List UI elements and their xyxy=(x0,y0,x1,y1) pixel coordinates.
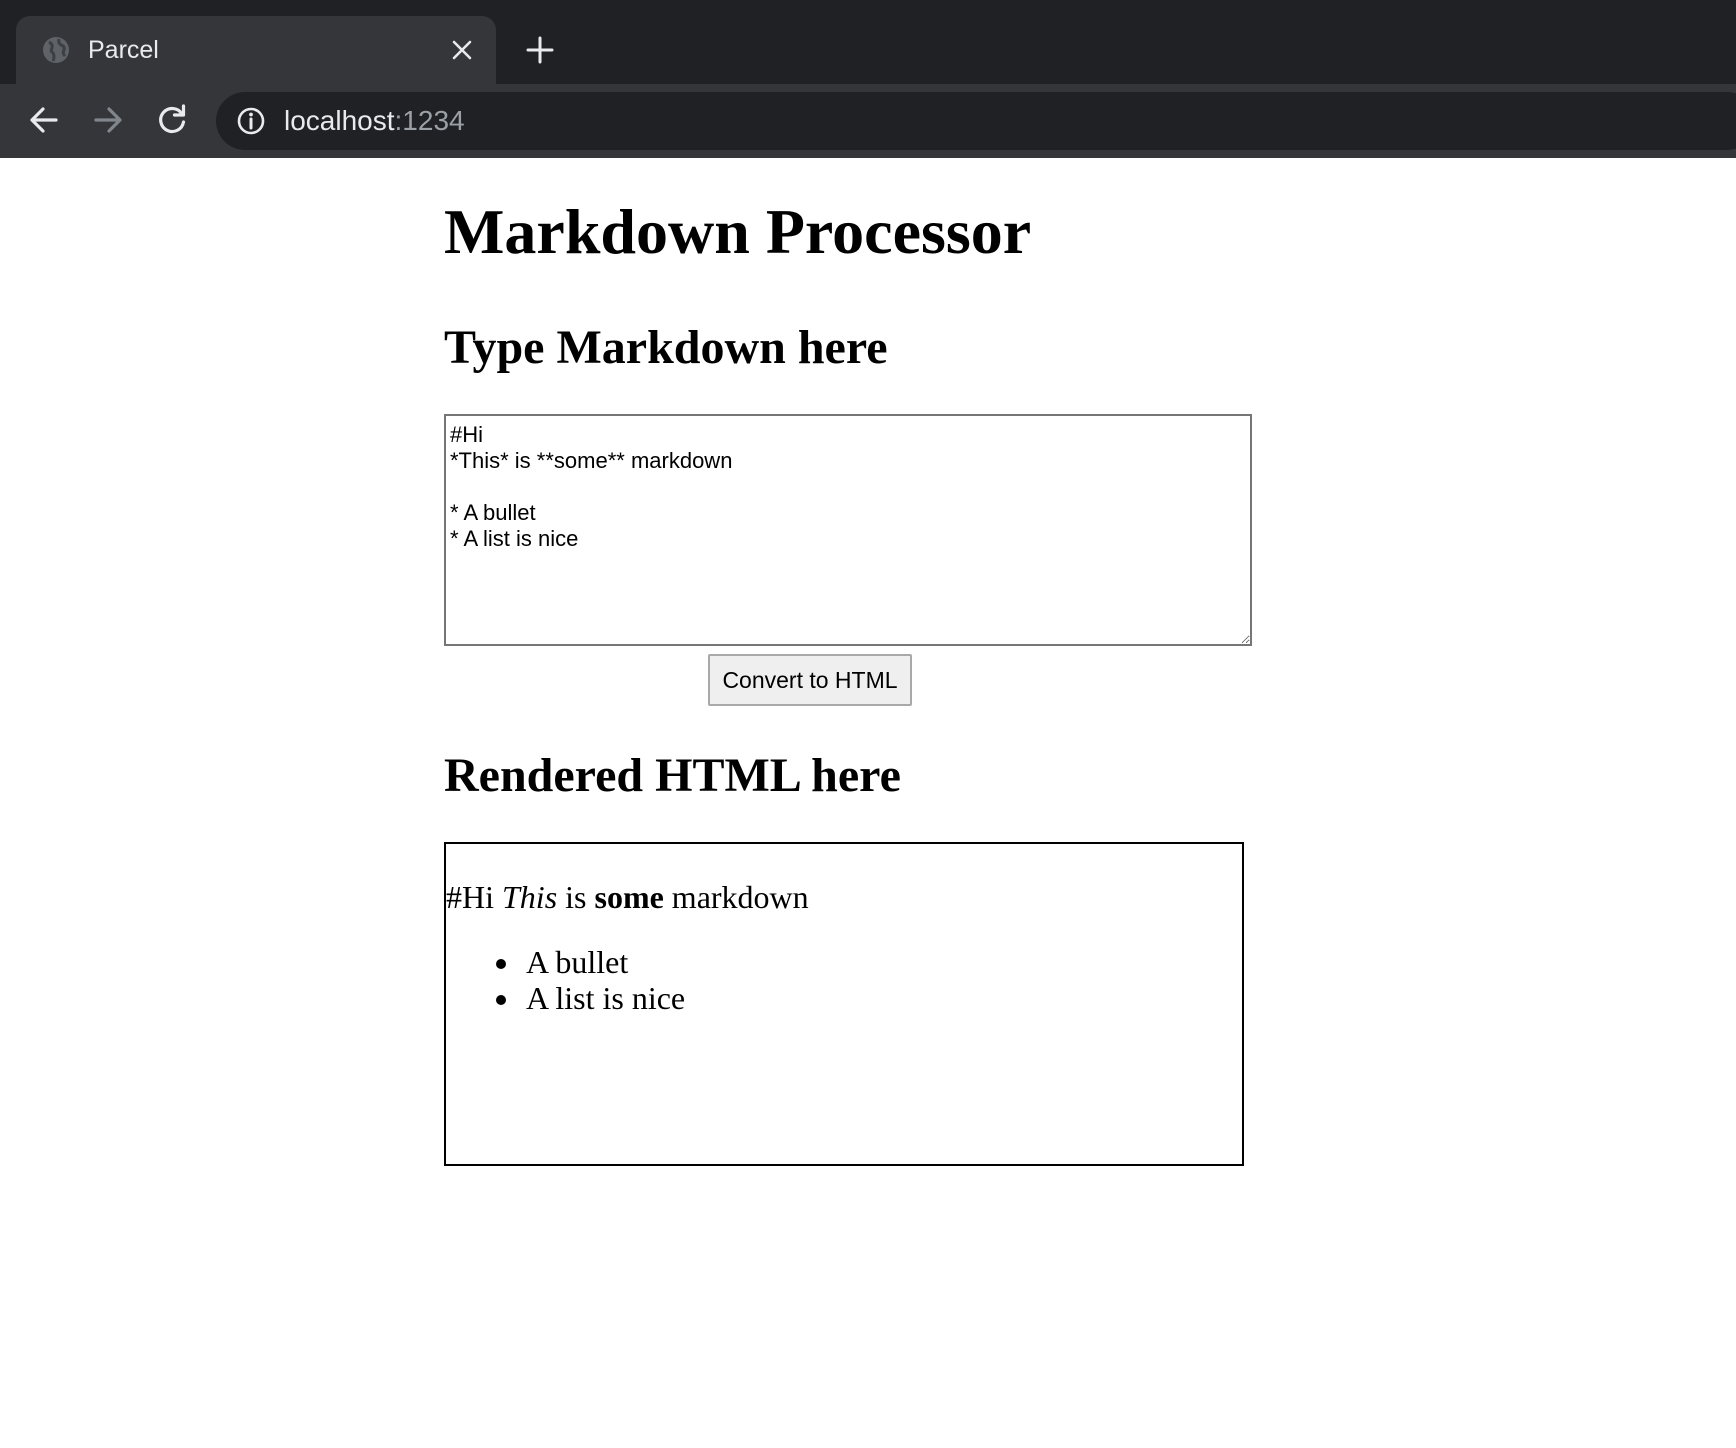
output-section-heading: Rendered HTML here xyxy=(444,749,901,802)
url-port: :1234 xyxy=(394,105,465,136)
rendered-italic-text: This xyxy=(502,879,558,915)
rendered-text-middle: is xyxy=(557,879,595,915)
rendered-list: A bullet A list is nice xyxy=(446,944,685,1016)
url-host: localhost xyxy=(284,105,395,136)
address-bar[interactable]: localhost:1234 xyxy=(216,92,1736,150)
list-item: A list is nice xyxy=(446,980,685,1016)
info-icon[interactable] xyxy=(236,106,266,136)
arrow-right-icon[interactable] xyxy=(90,102,126,138)
rendered-bold-text: some xyxy=(594,879,664,915)
globe-icon xyxy=(43,37,69,63)
bullet-icon xyxy=(496,995,506,1005)
rendered-html-output: #Hi This is some markdown A bullet A lis… xyxy=(444,842,1244,1166)
close-icon[interactable] xyxy=(450,38,474,62)
arrow-left-icon[interactable] xyxy=(26,102,62,138)
page-title: Markdown Processor xyxy=(444,196,1032,267)
tab-title: Parcel xyxy=(88,36,159,64)
list-item-text: A list is nice xyxy=(526,980,686,1016)
rendered-text-suffix: markdown xyxy=(663,879,809,915)
browser-toolbar: localhost:1234 xyxy=(0,84,1736,158)
reload-icon[interactable] xyxy=(154,102,190,138)
rendered-text-prefix: #Hi xyxy=(446,879,502,915)
convert-to-html-button[interactable]: Convert to HTML xyxy=(708,654,912,706)
list-item-text: A bullet xyxy=(526,944,629,980)
plus-icon[interactable] xyxy=(524,34,556,66)
url-text[interactable]: localhost:1234 xyxy=(284,105,465,137)
browser-chrome: Parcel localhost:1234 xyxy=(0,0,1736,158)
list-item: A bullet xyxy=(446,944,685,980)
rendered-paragraph: #Hi This is some markdown xyxy=(446,878,809,916)
bullet-icon xyxy=(496,959,506,969)
markdown-input[interactable] xyxy=(444,414,1252,646)
browser-tab[interactable]: Parcel xyxy=(16,16,496,84)
input-section-heading: Type Markdown here xyxy=(444,321,888,374)
